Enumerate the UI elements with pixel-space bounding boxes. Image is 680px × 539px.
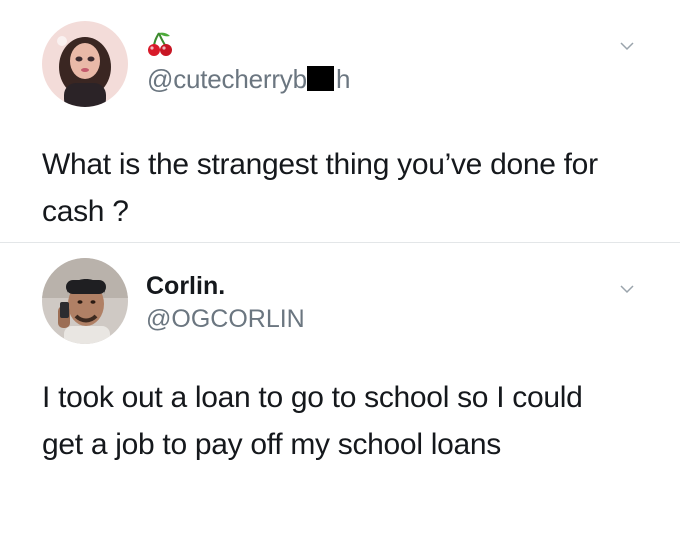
- avatar[interactable]: [42, 258, 128, 344]
- cherries-icon: [148, 32, 172, 56]
- tweet-text: What is the strangest thing you’ve done …: [42, 148, 598, 228]
- tweet-question: @cutecherryb h What is the strangest thi…: [0, 0, 680, 243]
- chevron-down-icon[interactable]: [619, 281, 635, 297]
- username-handle-end[interactable]: h: [336, 64, 350, 95]
- user-avatar-image: [42, 21, 128, 107]
- avatar[interactable]: [42, 21, 128, 107]
- username-handle[interactable]: @cutecherryb: [147, 64, 307, 95]
- tweet-text: I took out a loan to go to school so I c…: [42, 381, 583, 461]
- redaction-box: [307, 66, 334, 91]
- user-avatar-image: [42, 258, 128, 344]
- display-name[interactable]: Corlin.: [146, 272, 225, 301]
- chevron-down-icon[interactable]: [619, 38, 635, 54]
- tweet-reply: Corlin. @OGCORLIN I took out a loan to g…: [0, 243, 680, 539]
- username-handle[interactable]: @OGCORLIN: [146, 305, 305, 334]
